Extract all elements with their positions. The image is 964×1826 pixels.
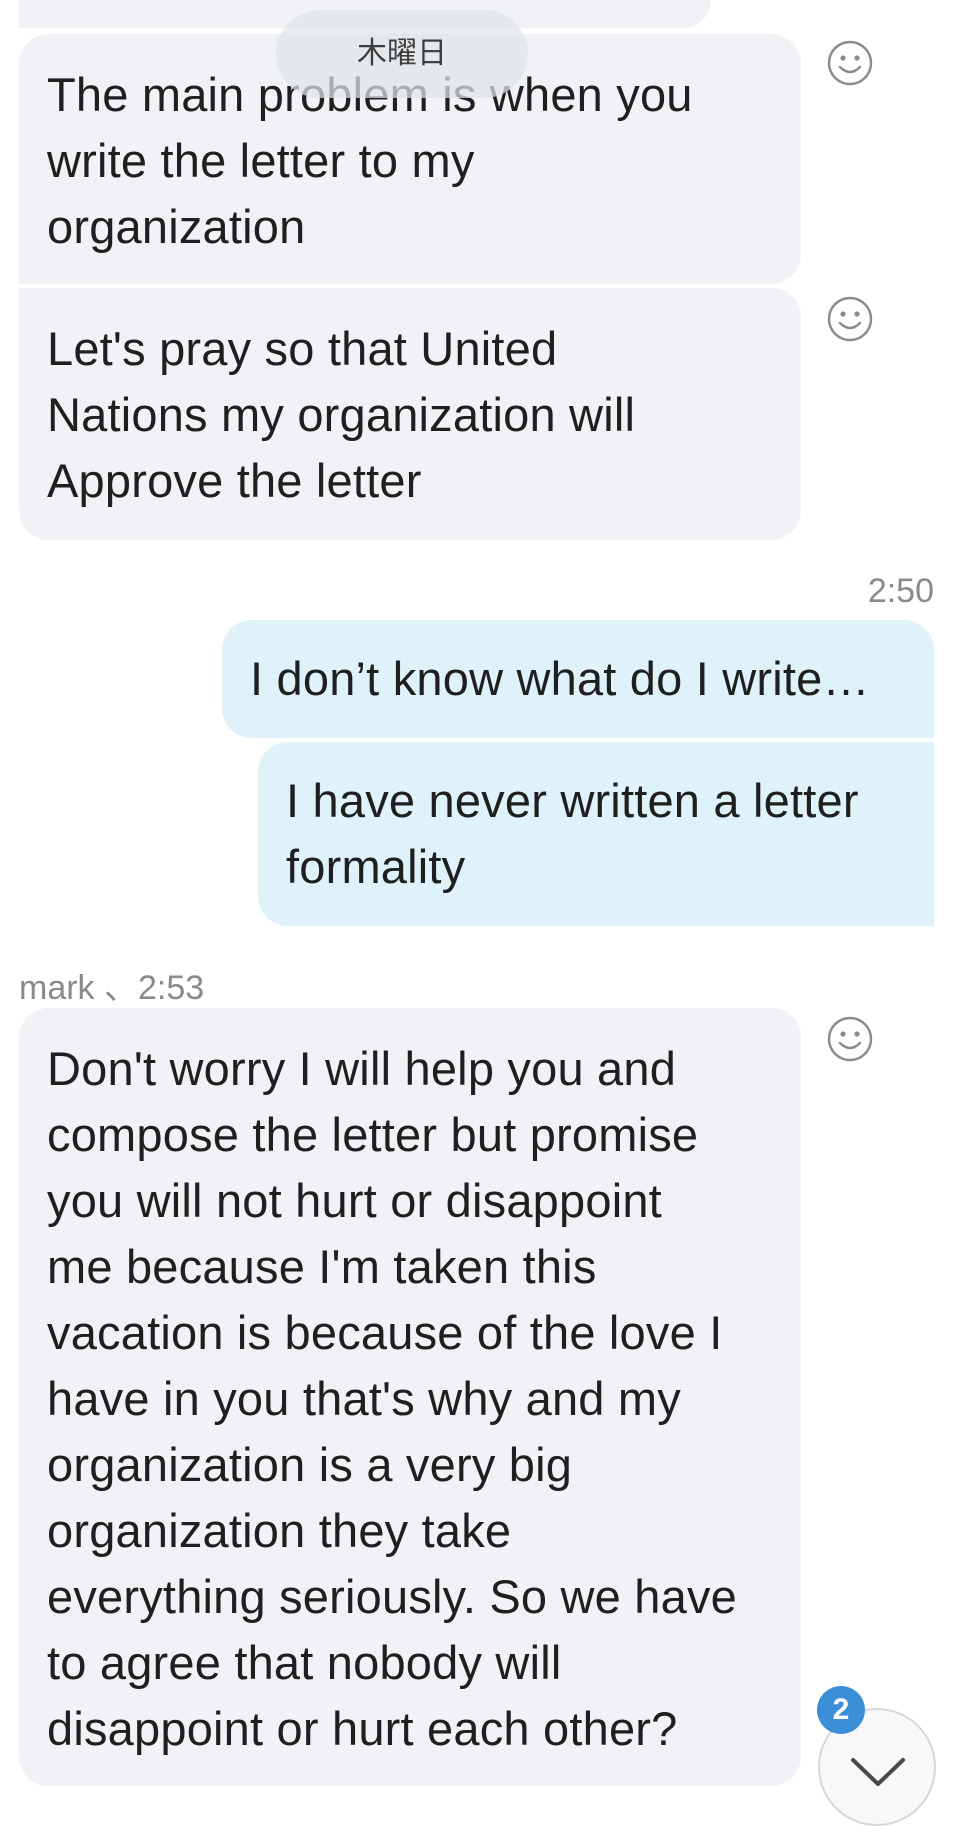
- message-text-line: organization is a very big: [47, 1438, 573, 1491]
- message-text-line: write the letter to my: [47, 134, 475, 187]
- smiley-icon[interactable]: [826, 295, 874, 343]
- message-bubble[interactable]: I have never written a letter formality: [258, 742, 934, 926]
- message-text-line: vacation is because of the love I: [47, 1306, 723, 1359]
- message-bubble[interactable]: Don't worry I will help you and compose …: [19, 1008, 801, 1786]
- message-text-line: Approve the letter: [47, 454, 422, 507]
- message-text-line: to agree that nobody will: [47, 1636, 562, 1689]
- message-text-line: disappoint or hurt each other?: [47, 1702, 678, 1755]
- message-bubble[interactable]: Let's pray so that United Nations my org…: [19, 288, 801, 540]
- sender-meta: mark 、2:53: [19, 969, 205, 1007]
- message-text-line: formality: [286, 840, 466, 893]
- message-bubble[interactable]: I don’t know what do I write…: [222, 620, 934, 738]
- message-text-line: you will not hurt or disappoint: [47, 1174, 662, 1227]
- message-text-line: everything seriously. So we have: [47, 1570, 737, 1623]
- smiley-icon[interactable]: [826, 1015, 874, 1063]
- message-text-line: organization: [47, 200, 306, 253]
- chevron-down-icon: [851, 1758, 905, 1786]
- message-text-line: Don't worry I will help you and: [47, 1042, 677, 1095]
- message-text-line: Nations my organization will: [47, 388, 636, 441]
- message-text-line: have in you that's why and my: [47, 1372, 681, 1425]
- message-text-line: I have never written a letter: [286, 774, 859, 827]
- message-timestamp: 2:50: [867, 572, 934, 610]
- message-text-line: Let's pray so that United: [47, 322, 558, 375]
- date-separator-pill: 木曜日: [276, 10, 528, 98]
- message-text-line: compose the letter but promise: [47, 1108, 699, 1161]
- message-text-line: me because I'm taken this: [47, 1240, 597, 1293]
- unread-count-badge: 2: [817, 1686, 865, 1734]
- smiley-icon[interactable]: [826, 39, 874, 87]
- message-text-line: I don’t know what do I write…: [250, 652, 870, 705]
- message-text-line: organization they take: [47, 1504, 512, 1557]
